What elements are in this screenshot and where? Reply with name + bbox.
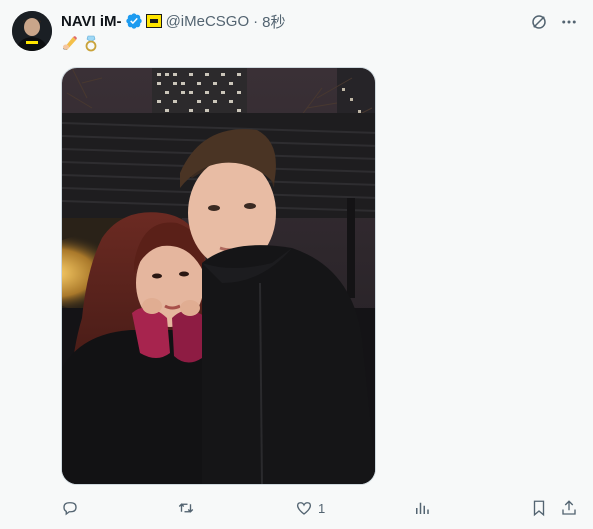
retweet-icon xyxy=(178,503,194,513)
share-icon xyxy=(562,500,576,515)
views-button[interactable] xyxy=(413,499,436,517)
tweet-action-bar: 1 xyxy=(61,497,581,519)
like-count: 1 xyxy=(318,500,326,516)
more-options-icon[interactable] xyxy=(557,10,581,34)
separator-dot: · xyxy=(253,12,259,30)
author-handle[interactable]: @iMeCSGO xyxy=(166,13,250,30)
tweet-timestamp[interactable]: 8秒 xyxy=(262,11,285,32)
verified-badge-icon xyxy=(125,12,143,30)
reply-icon xyxy=(63,502,77,516)
grok-icon[interactable] xyxy=(527,10,551,34)
reply-button[interactable] xyxy=(61,499,84,517)
writing-hand-emoji-icon xyxy=(61,34,79,52)
tweet-header: NAVI iM- @iMeCSGO · 8秒 xyxy=(61,11,285,31)
bookmark-icon xyxy=(533,500,545,517)
tweet-photo[interactable] xyxy=(61,67,376,485)
tweet-text xyxy=(61,34,100,52)
affiliate-badge-icon[interactable] xyxy=(145,14,162,28)
share-button[interactable] xyxy=(560,499,578,517)
heart-icon xyxy=(296,502,312,515)
tweet-top-actions xyxy=(527,10,581,34)
views-chart-icon xyxy=(416,502,429,514)
bookmark-button[interactable] xyxy=(530,499,548,517)
author-display-name[interactable]: NAVI iM- xyxy=(61,13,122,30)
retweet-button[interactable] xyxy=(177,499,200,517)
tweet-card[interactable]: NAVI iM- @iMeCSGO · 8秒 1 xyxy=(0,0,593,529)
author-avatar[interactable] xyxy=(12,11,52,51)
ring-emoji-icon xyxy=(82,34,100,52)
like-button[interactable]: 1 xyxy=(295,499,325,517)
